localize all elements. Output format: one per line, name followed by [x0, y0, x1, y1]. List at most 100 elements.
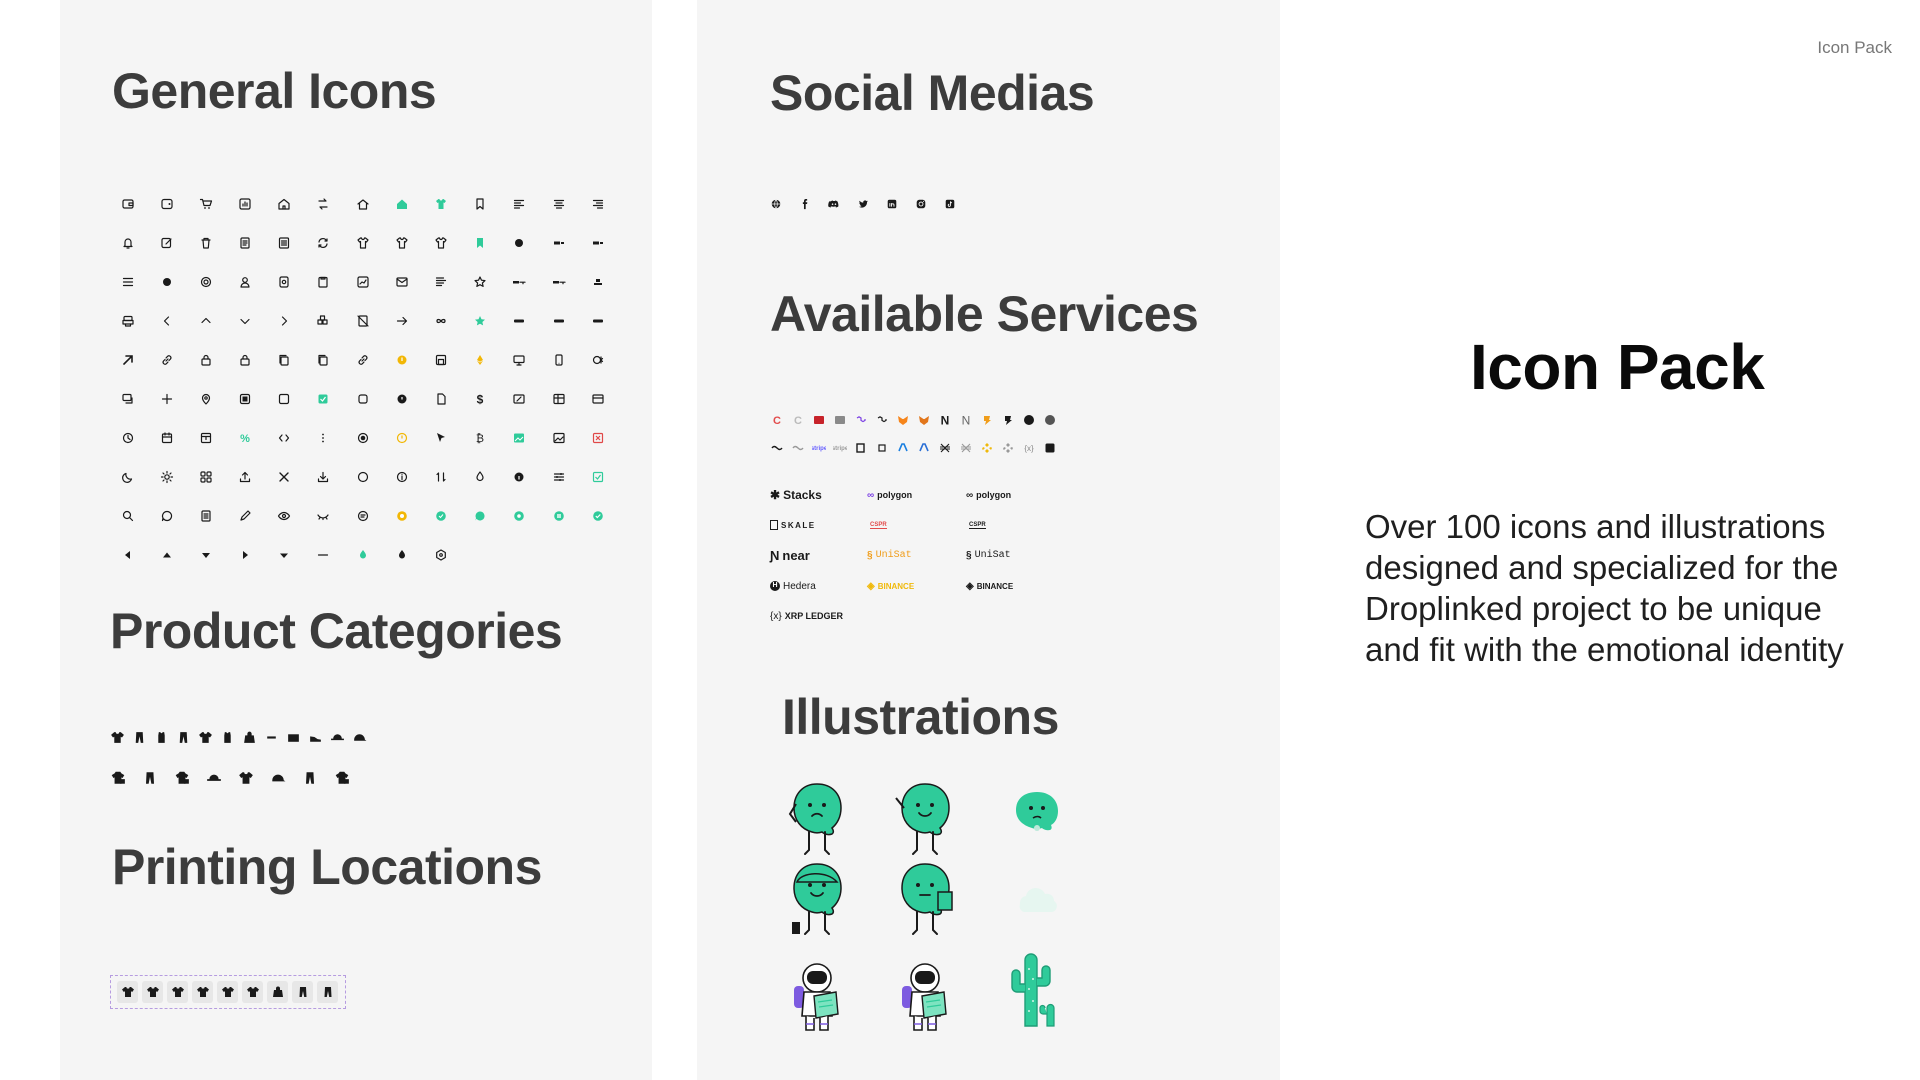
hamburger-icon — [108, 262, 147, 301]
wave-gray-icon — [791, 441, 805, 455]
product-pants-icon — [142, 770, 158, 786]
chart-icon — [226, 184, 265, 223]
print-location-pants-icon — [317, 981, 338, 1003]
section-title-printing-locations: Printing Locations — [112, 839, 542, 895]
skale-icon — [770, 520, 778, 531]
chev-left-icon — [147, 301, 186, 340]
hedera-dark-icon — [1022, 413, 1036, 427]
cspr-color-icon: C — [770, 413, 784, 427]
sun-icon — [147, 457, 186, 496]
section-title-illustrations: Illustrations — [782, 689, 1059, 745]
service-logo-label: near — [782, 548, 810, 564]
illustration-astronaut — [782, 958, 852, 1043]
stacks-gray-icon — [959, 441, 973, 455]
service-logos: ✱ Stacks ∞ polygon ∞ polygon SKALE CSPR CSP… — [770, 480, 1066, 631]
chev-right-icon — [265, 301, 304, 340]
tiktok-icon[interactable] — [944, 198, 956, 210]
moon-icon — [108, 457, 147, 496]
eye-closed-icon — [304, 496, 343, 535]
twitter-icon[interactable] — [857, 198, 869, 210]
xrp-icon: {x} — [1022, 441, 1036, 455]
drop-dark-icon — [382, 535, 421, 574]
printing-locations-strip — [110, 975, 346, 1009]
bell-icon — [108, 223, 147, 262]
upload-icon — [226, 457, 265, 496]
boxes-icon — [304, 301, 343, 340]
service-logo-label: CSPR — [969, 521, 986, 529]
service-logo-label: polygon — [976, 490, 1012, 501]
pencil-icon — [226, 496, 265, 535]
lock-icon — [226, 340, 265, 379]
hedera-icon: H — [770, 581, 780, 592]
product-hoodie2-icon — [174, 770, 190, 786]
product-hoodie2-icon — [334, 770, 350, 786]
product-tshirt-icon — [198, 730, 213, 745]
instagram-icon[interactable] — [915, 198, 927, 210]
page-icon — [422, 379, 461, 418]
discord-icon[interactable] — [828, 198, 840, 210]
square-icon — [265, 379, 304, 418]
service-logo: Ɲnear — [770, 541, 867, 571]
service-logo: ∞ polygon — [966, 480, 1066, 510]
print-location-bag-icon — [267, 981, 288, 1003]
cspr-box-gray-icon — [833, 413, 847, 427]
product-category-row — [110, 730, 367, 745]
stand-icon — [578, 262, 617, 301]
black-square-icon — [1043, 441, 1057, 455]
product-bag-icon — [242, 730, 257, 745]
percent-green-icon: % — [226, 418, 265, 457]
product-cap-icon — [270, 770, 286, 786]
mail-icon — [382, 262, 421, 301]
xrp-icon: {x} — [770, 610, 782, 622]
service-logo: ✱ Stacks — [770, 480, 867, 510]
svg-text:stripe: stripe — [812, 446, 826, 452]
skale-icon — [854, 441, 868, 455]
svg-text:{x}: {x} — [1024, 444, 1034, 453]
redbelly-color-icon — [896, 441, 910, 455]
tri-left-icon — [108, 535, 147, 574]
bookmark-fill-icon — [461, 223, 500, 262]
service-logo-label: BINANCE — [976, 581, 1014, 591]
shirt-icon — [422, 223, 461, 262]
square-fill-icon — [226, 379, 265, 418]
doc-icon — [226, 223, 265, 262]
binance-color-icon — [980, 441, 994, 455]
list-icon — [265, 223, 304, 262]
social-media-icons — [770, 198, 956, 210]
chev-down-icon — [226, 301, 265, 340]
info-icon — [382, 457, 421, 496]
polygon-icon: ∞ — [966, 489, 974, 501]
store-icon — [186, 418, 225, 457]
dots-icon — [304, 418, 343, 457]
product-tshirt-icon — [238, 770, 254, 786]
general-icon-grid: $% ₿ — [108, 184, 617, 574]
key-icon — [500, 262, 539, 301]
illustration-astronaut-map — [890, 958, 960, 1043]
product-tshirt-icon — [110, 730, 125, 745]
product-cap-icon — [352, 730, 367, 745]
bubble-green2-icon — [500, 496, 539, 535]
linkedin-icon[interactable] — [886, 198, 898, 210]
minus-icon — [304, 535, 343, 574]
globe-icon[interactable] — [770, 198, 782, 210]
illustration-sad-character — [782, 778, 852, 863]
facebook-icon[interactable] — [799, 198, 811, 210]
unisat-color-icon — [980, 413, 994, 427]
star-icon — [461, 262, 500, 301]
unisat-icon: § — [867, 550, 873, 562]
service-logo: § UniSat — [867, 541, 966, 571]
copy-icon — [304, 340, 343, 379]
binance-gray-icon — [1001, 441, 1015, 455]
tri-right-icon — [226, 535, 265, 574]
service-logo-label: SKALE — [781, 520, 816, 530]
stripe-color-icon: stripe — [812, 441, 826, 455]
service-logo-label: BINANCE — [877, 581, 915, 591]
product-hat-icon — [330, 730, 345, 745]
illustration-waving-character — [890, 778, 960, 863]
eye-icon — [265, 496, 304, 535]
gear-icon — [186, 262, 225, 301]
near-outline-icon: N — [959, 413, 973, 428]
code-icon — [265, 418, 304, 457]
svg-text:N: N — [962, 414, 971, 428]
home-icon — [265, 184, 304, 223]
